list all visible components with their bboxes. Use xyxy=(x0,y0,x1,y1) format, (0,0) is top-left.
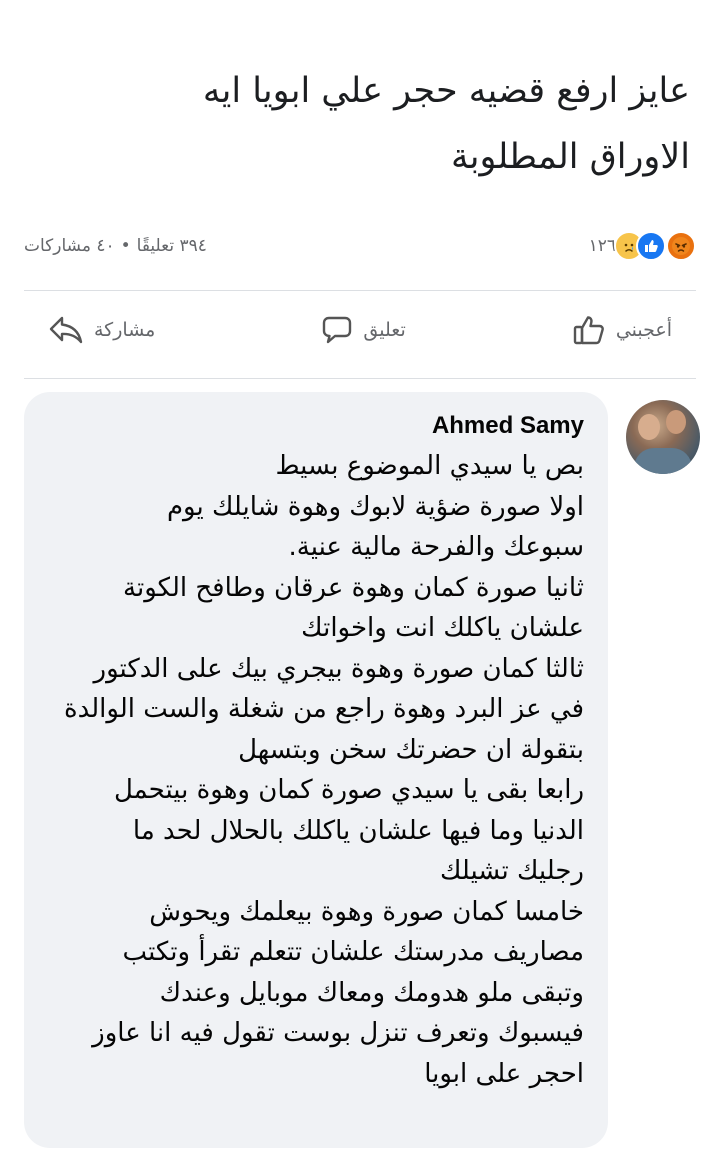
comment-line: مصاريف مدرستك علشان تتعلم تقرأ وتكتب xyxy=(122,937,584,967)
comment-line: رجليك تشيلك xyxy=(439,856,584,886)
post-text-line-2: الاوراق المطلوبة xyxy=(450,137,690,177)
post-stats-row: ٣٩٤ تعليقًا • ٤٠ مشاركات ١٢٦ xyxy=(24,226,696,266)
avatar-shirt-shape xyxy=(634,448,692,474)
comment-line: الدنيا وما فيها علشان ياكلك بالحلال لحد … xyxy=(132,815,584,846)
avatar-face-shape xyxy=(638,414,660,440)
comment-line: بتقولة ان حضرتك سخن وبتسهل xyxy=(238,734,584,765)
thumbs-up-icon xyxy=(572,314,606,346)
reaction-count[interactable]: ١٢٦ xyxy=(589,236,616,256)
post-actions-bar: مشاركة تعليق أعجبني xyxy=(24,300,696,360)
comments-count[interactable]: ٣٩٤ تعليقًا xyxy=(137,236,207,256)
comment-line: سبوعك والفرحة مالية عنية. xyxy=(288,532,584,562)
comments-shares-summary[interactable]: ٣٩٤ تعليقًا • ٤٠ مشاركات xyxy=(24,236,207,256)
like-button[interactable]: أعجبني xyxy=(548,306,696,354)
comment-label: تعليق xyxy=(363,319,406,341)
comment-line: بص يا سيدي الموضوع بسيط xyxy=(275,451,584,481)
divider-bottom xyxy=(24,378,696,379)
stats-separator: • xyxy=(120,236,131,256)
comment-line: احجر على ابويا xyxy=(424,1058,584,1089)
comment-line: فيسبوك وتعرف تنزل بوست تقول فيه انا عاوز xyxy=(92,1018,584,1048)
comment-line: خامسا كمان صورة وهوة بيعلمك ويحوش xyxy=(149,896,584,927)
comment-button[interactable]: تعليق xyxy=(297,307,429,353)
comment-line: وتبقى ملو هدومك ومعاك موبايل وعندك xyxy=(159,977,584,1008)
reaction-icons xyxy=(614,231,696,261)
angry-reaction-icon xyxy=(666,231,696,261)
share-label: مشاركة xyxy=(94,319,156,341)
comment-icon xyxy=(321,315,353,345)
post-text-line-1: عايز ارفع قضيه حجر علي ابويا ايه xyxy=(202,71,690,111)
avatar[interactable] xyxy=(626,400,700,474)
comment-body: بص يا سيدي الموضوع بسيط اولا صورة ضؤية ل… xyxy=(44,446,584,1094)
comment-bubble: Ahmed Samy بص يا سيدي الموضوع بسيط اولا … xyxy=(24,392,608,1148)
comment-line: رابعا بقى يا سيدي صورة كمان وهوة بيتحمل xyxy=(113,775,584,805)
comment-author[interactable]: Ahmed Samy xyxy=(44,408,584,444)
share-button[interactable]: مشاركة xyxy=(24,307,179,353)
comment-line: ثالثا كمان صورة وهوة بيجري بيك على الدكت… xyxy=(93,653,584,684)
comment-line: علشان ياكلك انت واخواتك xyxy=(301,613,584,643)
divider-top xyxy=(24,290,696,291)
share-icon xyxy=(48,315,84,345)
comment-line: اولا صورة ضؤية لابوك وهوة شايلك يوم xyxy=(166,491,584,522)
avatar-face-shape xyxy=(666,410,686,434)
comment-line: في عز البرد وهوة راجع من شغلة والست الوا… xyxy=(63,694,584,724)
like-label: أعجبني xyxy=(615,319,672,341)
shares-count[interactable]: ٤٠ مشاركات xyxy=(24,236,115,256)
reactions-summary[interactable]: ١٢٦ xyxy=(589,231,696,261)
like-reaction-icon xyxy=(636,231,666,261)
comment-line: ثانيا صورة كمان وهوة عرقان وطافح الكوتة xyxy=(123,572,584,603)
post-text: عايز ارفع قضيه حجر علي ابويا ايه الاوراق… xyxy=(50,58,690,190)
